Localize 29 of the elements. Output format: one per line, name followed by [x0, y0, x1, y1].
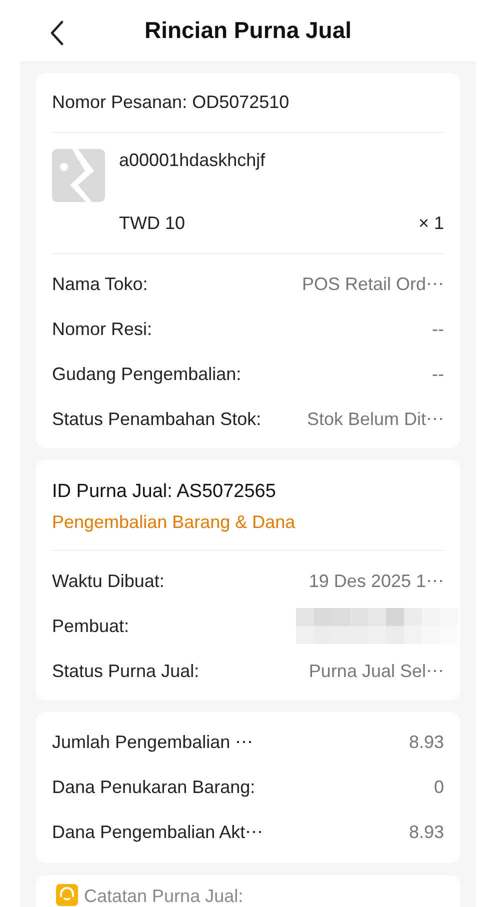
field-label: Gudang Pengembalian: [52, 363, 242, 386]
product-quantity: × 1 [418, 212, 444, 235]
field-label: Nama Toko: [52, 273, 148, 296]
field-label: Dana Penukaran Barang: [52, 776, 256, 799]
field-value: 8.93 [408, 820, 444, 844]
field-value: 0 [434, 776, 444, 798]
product-name: a00001hdaskhchjf [119, 149, 266, 172]
field-value: -- [432, 363, 444, 386]
field-label: Waktu Dibuat: [52, 570, 164, 592]
field-value: Purna Jual Sel⋯ [308, 660, 444, 682]
field-value: Stok Belum Dit⋯ [306, 408, 444, 431]
field-label: Dana Pengembalian Akt⋯ [52, 820, 264, 844]
page-title: Rincian Purna Jual [144, 16, 352, 46]
field-label: Pembuat: [52, 614, 130, 638]
field-value: -- [432, 318, 444, 341]
field-label: Status Penambahan Stok: [52, 408, 262, 431]
field-label: Nomor Resi: [52, 318, 152, 341]
field-label: Status Purna Jual: [52, 660, 200, 682]
field-value: 19 Des 2025 1⋯ [308, 570, 444, 592]
notes-label: Catatan Purna Jual: [84, 884, 244, 907]
field-value: 8.93 [408, 730, 444, 754]
field-value: POS Retail Ord⋯ [302, 273, 444, 296]
image-placeholder-icon [52, 149, 105, 202]
field-label: Jumlah Pengembalian ⋯ [52, 730, 254, 754]
after-sale-id: ID Purna Jual: AS5072565 [52, 480, 277, 504]
order-number: Nomor Pesanan: OD5072510 [52, 91, 290, 114]
product-price: TWD 10 [119, 212, 186, 235]
back-icon [50, 20, 64, 46]
after-sale-type: Pengembalian Barang & Dana [52, 510, 296, 534]
